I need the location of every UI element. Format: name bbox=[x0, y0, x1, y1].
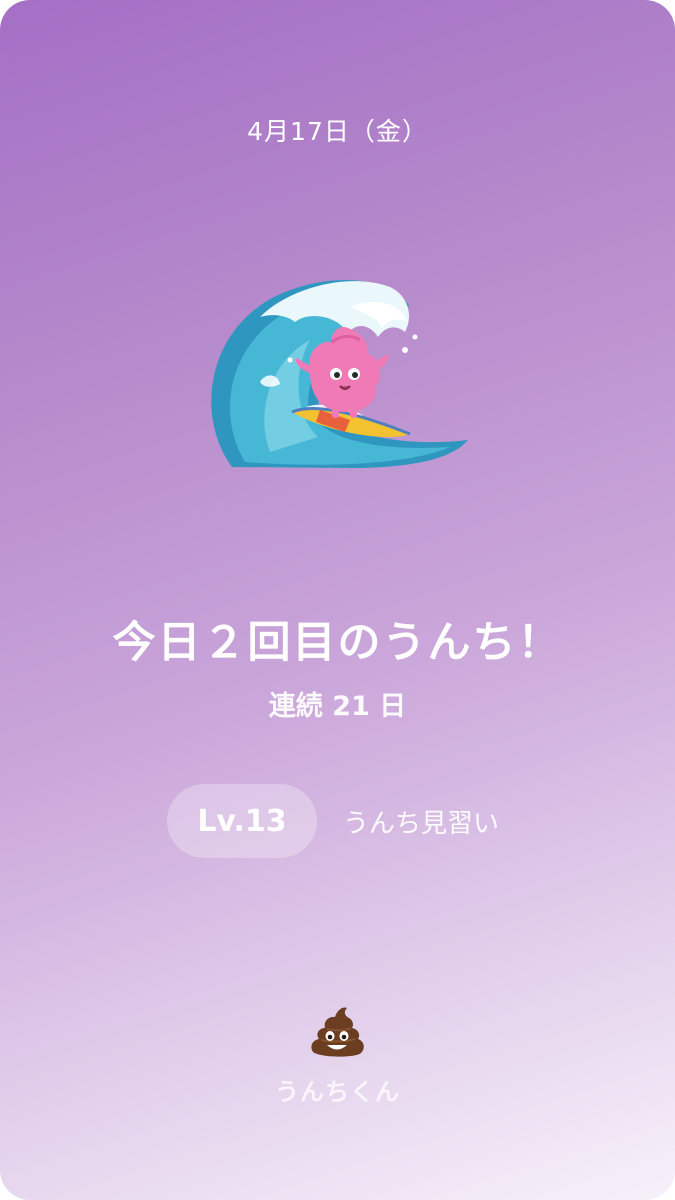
poop-emoji-icon bbox=[307, 1004, 367, 1060]
share-card: 4月17日（金） 今日２回目のうんち！ 連続 21 日 Lv.13 うんち見習い… bbox=[0, 0, 675, 1200]
date-label: 4月17日（金） bbox=[247, 117, 428, 146]
streak-count: 連続 21 日 bbox=[268, 691, 407, 722]
level-title: うんち見習い bbox=[343, 808, 500, 839]
level-badge: Lv.13 bbox=[167, 784, 317, 858]
headline: 今日２回目のうんち！ bbox=[112, 618, 563, 668]
wave-surfing-mascot-icon bbox=[200, 262, 480, 482]
app-name: うんちくん bbox=[275, 1078, 400, 1106]
level-row: Lv.13 うんち見習い bbox=[167, 784, 499, 858]
